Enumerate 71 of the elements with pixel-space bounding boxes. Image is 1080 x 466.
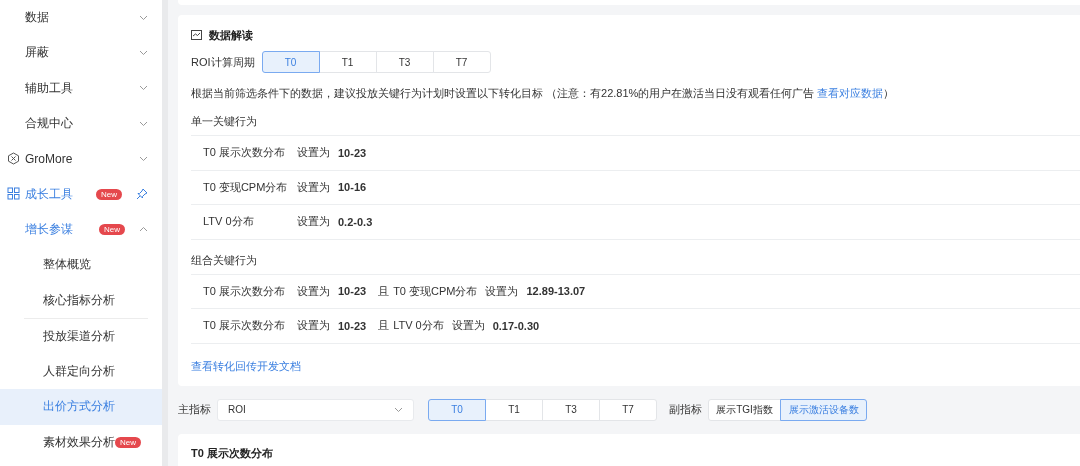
period-tab[interactable]: T3 xyxy=(542,398,600,421)
metric-value: 10-23 xyxy=(338,319,367,332)
set-label: 设置为 xyxy=(297,283,330,299)
period-tab[interactable]: T1 xyxy=(318,51,377,73)
metric-name: T0 展示次数分布 xyxy=(203,145,286,161)
metric-name: T0 展示次数分布 xyxy=(203,318,286,334)
metric-value: 10-23 xyxy=(338,285,367,298)
new-badge: New xyxy=(96,188,122,200)
doc-link[interactable]: 查看转化回传开发文档 xyxy=(191,357,301,374)
grid-icon xyxy=(7,187,20,201)
chevron-icon[interactable] xyxy=(394,406,403,413)
pin-icon[interactable] xyxy=(136,188,148,201)
period-tab[interactable]: T7 xyxy=(599,398,657,421)
joiner-text: 且 xyxy=(378,318,390,334)
secondary-metric-label: 副指标 xyxy=(669,402,702,417)
chevron-icon[interactable] xyxy=(139,49,148,56)
metric-name: T0 变现CPM分布 xyxy=(203,179,289,195)
set-label: 设置为 xyxy=(297,318,330,334)
sidebar-item[interactable]: 辅助工具 xyxy=(0,70,162,106)
chart-icon xyxy=(191,30,202,40)
sidebar-item[interactable]: 人群定向分析 xyxy=(0,353,162,390)
metric-name: T0 变现CPM分布 xyxy=(393,283,478,299)
group-title: 单一关键行为 xyxy=(191,114,258,129)
sidebar-item[interactable]: 出价方式分析 xyxy=(0,389,162,425)
period-tab[interactable]: T0 xyxy=(428,398,486,421)
set-label: 设置为 xyxy=(485,283,519,299)
new-badge: New xyxy=(115,436,141,448)
period-tab[interactable]: T0 xyxy=(261,51,320,73)
period-tab[interactable]: T3 xyxy=(375,51,434,73)
sidebar-item[interactable]: 数据 xyxy=(0,0,162,36)
view-data-link[interactable]: 查看对应数据 xyxy=(817,87,884,99)
sidebar-item[interactable]: GroMore xyxy=(0,141,162,177)
card-title: 数据解读 xyxy=(209,27,253,43)
chevron-icon[interactable] xyxy=(139,14,148,21)
metric-value: 12.89-13.07 xyxy=(526,285,586,298)
metric-value: 0.2-0.3 xyxy=(338,215,373,228)
toggle-button[interactable]: 展示TGI指数 xyxy=(708,398,781,421)
metric-name: LTV 0分布 xyxy=(203,214,255,230)
sidebar-item[interactable]: 素材效果分析 New xyxy=(0,424,162,460)
chevron-icon[interactable] xyxy=(139,155,148,162)
sidebar-item[interactable]: 增长参谋 New xyxy=(0,211,162,248)
set-label: 设置为 xyxy=(451,318,485,334)
set-label: 设置为 xyxy=(297,214,330,230)
chevron-icon[interactable] xyxy=(139,85,148,92)
period-tab[interactable]: T7 xyxy=(432,51,491,73)
hexagon-icon xyxy=(7,152,20,166)
sidebar-item[interactable]: 合规中心 xyxy=(0,105,162,142)
period-tab[interactable]: T1 xyxy=(485,398,543,421)
sidebar-item[interactable]: 整体概览 xyxy=(0,247,162,283)
set-label: 设置为 xyxy=(297,145,330,161)
metric-value: 10-23 xyxy=(338,146,367,159)
metric-value: 0.17-0.30 xyxy=(492,319,540,332)
note-text: 根据当前筛选条件下的数据，建议投放关键行为计划时设置以下转化目标 （注意：有22.81%的用户在激活当日没有观看任何广告 查看对应数据） xyxy=(191,86,896,101)
new-badge: New xyxy=(99,223,125,235)
metric-value: 10-16 xyxy=(338,181,367,194)
set-label: 设置为 xyxy=(297,179,330,195)
main-metric-select[interactable]: ROI xyxy=(217,398,414,421)
chevron-icon[interactable] xyxy=(139,226,148,233)
card-title: T0 展示次数分布 xyxy=(191,446,273,459)
sidebar-item[interactable]: 核心指标分析 xyxy=(0,282,162,318)
group-title: 组合关键行为 xyxy=(191,252,258,268)
sidebar-item[interactable]: 投放渠道分析 xyxy=(0,318,162,354)
toggle-button[interactable]: 展示激活设备数 xyxy=(780,398,867,421)
main-metric-label: 主指标 xyxy=(178,402,211,417)
metric-name: T0 展示次数分布 xyxy=(203,283,286,299)
metric-name: LTV 0分布 xyxy=(393,318,444,334)
chevron-icon[interactable] xyxy=(139,120,148,127)
sidebar-item[interactable]: 成长工具 New xyxy=(0,176,162,212)
sidebar-item[interactable]: 屏蔽 xyxy=(0,35,162,71)
joiner-text: 且 xyxy=(378,283,390,299)
period-label: ROI计算周期 xyxy=(191,54,255,70)
